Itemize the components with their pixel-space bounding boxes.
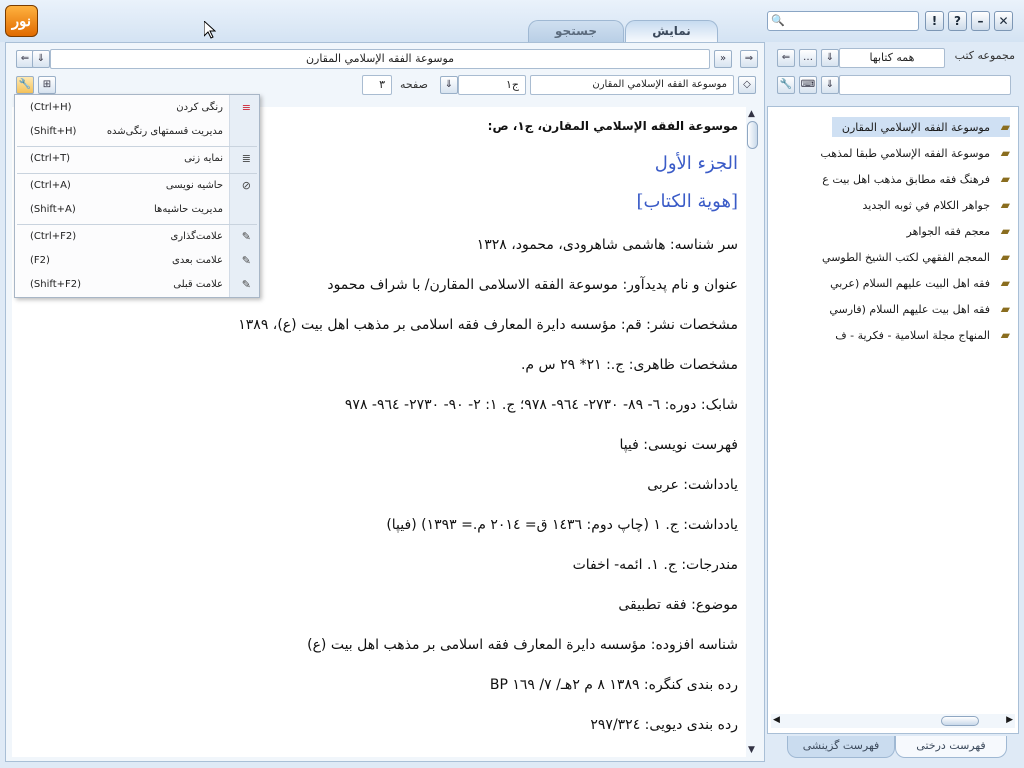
clip-icon: ⊘ bbox=[241, 179, 251, 192]
tree-horizontal-scrollbar[interactable]: ◀ ▶ bbox=[771, 714, 1015, 728]
content-line: سر شناسه: هاشمی شاهرودی، محمود، ١٣٢٨ bbox=[476, 237, 738, 253]
book-icon: ▰ bbox=[1000, 250, 1010, 264]
book-tree: ▰موسوعة الفقه الإسلامي المقارن ▰موسوعة ا… bbox=[767, 106, 1019, 734]
book-icon: ▰ bbox=[1000, 198, 1010, 212]
dropdown-arrow-icon[interactable]: ⇓ bbox=[32, 50, 50, 68]
content-line: مندرجات: ج. ١. ائمه- اخفات bbox=[572, 557, 738, 573]
book-icon: ▰ bbox=[1000, 120, 1010, 134]
content-line: مشخصات ظاهری: ج.: ٢١* ٢٩ س م. bbox=[520, 357, 738, 373]
search-icon: 🔍 bbox=[771, 14, 785, 27]
content-line: شناسه افزوده: مؤسسه دایرة المعارف فقه اس… bbox=[307, 637, 738, 653]
collection-select[interactable]: همه کتابها bbox=[839, 48, 945, 68]
bookmark-icon: ✎ bbox=[241, 230, 251, 243]
scroll-up-icon[interactable]: ▲ bbox=[748, 109, 755, 119]
nav-back-icon[interactable]: ⇐ bbox=[777, 49, 795, 67]
tree-item[interactable]: ▰معجم فقه الجواهر bbox=[774, 221, 1010, 241]
book-icon: ▰ bbox=[1000, 276, 1010, 290]
page-label: صفحه bbox=[400, 78, 428, 91]
highlight-icon: ≡ bbox=[241, 101, 251, 114]
mouse-cursor-icon bbox=[204, 21, 216, 39]
alert-button[interactable]: ! bbox=[925, 11, 944, 31]
section-heading: الجزء الأول bbox=[654, 153, 738, 174]
app-logo: نور bbox=[5, 5, 38, 37]
tree-item[interactable]: ▰جواهر الكلام في ثوبه الجديد bbox=[774, 195, 1011, 215]
tree-item[interactable]: ▰فرهنگ فقه مطابق مذهب اهل بیت ع bbox=[774, 169, 1010, 189]
book-icon: ▰ bbox=[1000, 328, 1010, 342]
menu-item-bookmark[interactable]: ✎ علامت‌گذاری (Ctrl+F2) bbox=[15, 227, 259, 249]
tab-select-list[interactable]: فهرست گزینشی bbox=[787, 736, 895, 758]
book-icon: ▰ bbox=[1000, 146, 1010, 160]
content-line: شابک: دوره: ٦- ٨٩- ٢٧٣٠- ٩٦٤- ٩٧٨؛ ج. ١:… bbox=[344, 397, 738, 413]
scroll-right-icon[interactable]: ▶ bbox=[1006, 715, 1013, 725]
book-title-field[interactable]: موسوعة الفقه الإسلامي المقارن bbox=[50, 49, 710, 69]
scroll-thumb[interactable] bbox=[941, 716, 979, 726]
tree-item[interactable]: ▰المنهاج مجلة اسلامية - فكرية - ف bbox=[774, 325, 1010, 345]
scroll-down-icon[interactable]: ▼ bbox=[748, 745, 755, 755]
content-line: عنوان و نام پدیدآور: موسوعة الفقه الاسلا… bbox=[327, 277, 738, 293]
dropdown-arrow-icon[interactable]: ⇓ bbox=[821, 49, 839, 67]
tab-tree-list[interactable]: فهرست درختی bbox=[895, 736, 1007, 758]
scroll-left-icon[interactable]: ◀ bbox=[773, 715, 780, 725]
subsection-heading: [هوية الكتاب] bbox=[636, 191, 738, 212]
tree-item[interactable]: ▰المعجم الفقهي لكتب الشيخ الطوسي bbox=[774, 247, 1010, 267]
more-options-icon[interactable]: … bbox=[799, 49, 817, 67]
help-button[interactable]: ? bbox=[948, 11, 967, 31]
tab-search[interactable]: جستجو bbox=[528, 20, 624, 42]
menu-item-annotate[interactable]: ⊘ حاشیه نویسی (Ctrl+A) bbox=[15, 176, 259, 198]
menu-item-index[interactable]: ≣ نمایه زنی (Ctrl+T) bbox=[15, 149, 259, 171]
page-number-input[interactable]: ٣ bbox=[362, 75, 392, 95]
book-icon: ▰ bbox=[1000, 172, 1010, 186]
menu-item-prev-bookmark[interactable]: ✎ علامت قبلی (Shift+F2) bbox=[15, 275, 259, 297]
collection-label: مجموعه کتب bbox=[954, 49, 1015, 62]
tag-icon[interactable]: ◇ bbox=[738, 76, 756, 94]
layout-grid-icon[interactable]: ⊞ bbox=[38, 76, 56, 94]
book-icon: ▰ bbox=[1000, 224, 1010, 238]
content-line: رده بندی کنگره: ١٣٨٩ ٨ م ٢هـ/ ٧/ ١٦٩ BP bbox=[489, 677, 738, 693]
tree-item[interactable]: ▰موسوعة الفقه الإسلامي المقارن bbox=[832, 117, 1010, 137]
content-line: فهرست نویسی: فیپا bbox=[619, 437, 738, 453]
content-line: یادداشت: ج. ١ (چاپ دوم: ١٤٣٦ ق= ٢٠١٤ م.=… bbox=[386, 517, 738, 533]
tree-item[interactable]: ▰موسوعة الفقه الإسلامي طبقا لمذهب bbox=[774, 143, 1010, 163]
volume-field[interactable]: ج١ bbox=[458, 75, 526, 95]
nav-forward-icon[interactable]: ⇒ bbox=[740, 50, 758, 68]
content-scrollbar[interactable]: ▲ ▼ bbox=[746, 107, 760, 757]
global-search-input[interactable]: 🔍 bbox=[767, 11, 919, 31]
volume-dropdown-icon[interactable]: ⇓ bbox=[440, 76, 458, 94]
tree-item[interactable]: ▰فقه اهل بيت عليهم السلام (فارسي bbox=[774, 299, 1010, 319]
index-icon: ≣ bbox=[241, 152, 251, 165]
scroll-thumb[interactable] bbox=[747, 121, 758, 149]
minimize-button[interactable]: – bbox=[971, 11, 990, 31]
content-line: رده بندی دیویی: ٢٩٧/٣٢٤ bbox=[590, 717, 738, 733]
menu-item-highlight[interactable]: ≡ رنگی کردن (Ctrl+H) bbox=[15, 98, 259, 120]
top-bar: نور جستجو نمایش 🔍 ! ? – ✕ bbox=[0, 0, 1024, 42]
menu-item-manage-highlights[interactable]: مدیریت قسمتهای رنگی‌شده (Shift+H) bbox=[15, 122, 259, 144]
tab-display[interactable]: نمایش bbox=[625, 20, 718, 42]
menu-item-manage-annotations[interactable]: مدیریت حاشیه‌ها (Shift+A) bbox=[15, 200, 259, 222]
sidebar-search-input[interactable] bbox=[839, 75, 1011, 95]
tools-wrench-icon[interactable]: 🔧 bbox=[16, 76, 34, 94]
double-arrow-icon[interactable]: » bbox=[714, 50, 732, 68]
bookmark-next-icon: ✎ bbox=[241, 254, 251, 267]
tools-wrench-icon[interactable]: 🔧 bbox=[777, 76, 795, 94]
dropdown-arrow-icon[interactable]: ⇓ bbox=[821, 76, 839, 94]
bookmark-prev-icon: ✎ bbox=[241, 278, 251, 291]
content-line: مشخصات نشر: قم: مؤسسه دایرة المعارف فقه … bbox=[238, 317, 738, 333]
tree-item[interactable]: ▰فقه اهل البيت عليهم السلام (عربي bbox=[774, 273, 1010, 293]
book-selector-field[interactable]: موسوعة الفقه الإسلامي المقارن bbox=[530, 75, 734, 95]
tools-context-menu: ≡ رنگی کردن (Ctrl+H) مدیریت قسمتهای رنگی… bbox=[14, 94, 260, 298]
menu-item-next-bookmark[interactable]: ✎ علامت بعدی (F2) bbox=[15, 251, 259, 273]
content-line: یادداشت: عربی bbox=[647, 477, 738, 493]
close-button[interactable]: ✕ bbox=[994, 11, 1013, 31]
keyboard-icon[interactable]: ⌨ bbox=[799, 76, 817, 94]
content-line: موضوع: فقه تطبیقی bbox=[618, 597, 738, 613]
book-icon: ▰ bbox=[1000, 302, 1010, 316]
page-heading: موسوعة الفقه الإسلامي المقارن، ج١، ص: bbox=[487, 119, 738, 133]
sidebar: مجموعه کتب ⇐ … ⇓ همه کتابها 🔧 ⌨ ⇓ ▰موسوع… bbox=[767, 42, 1019, 762]
